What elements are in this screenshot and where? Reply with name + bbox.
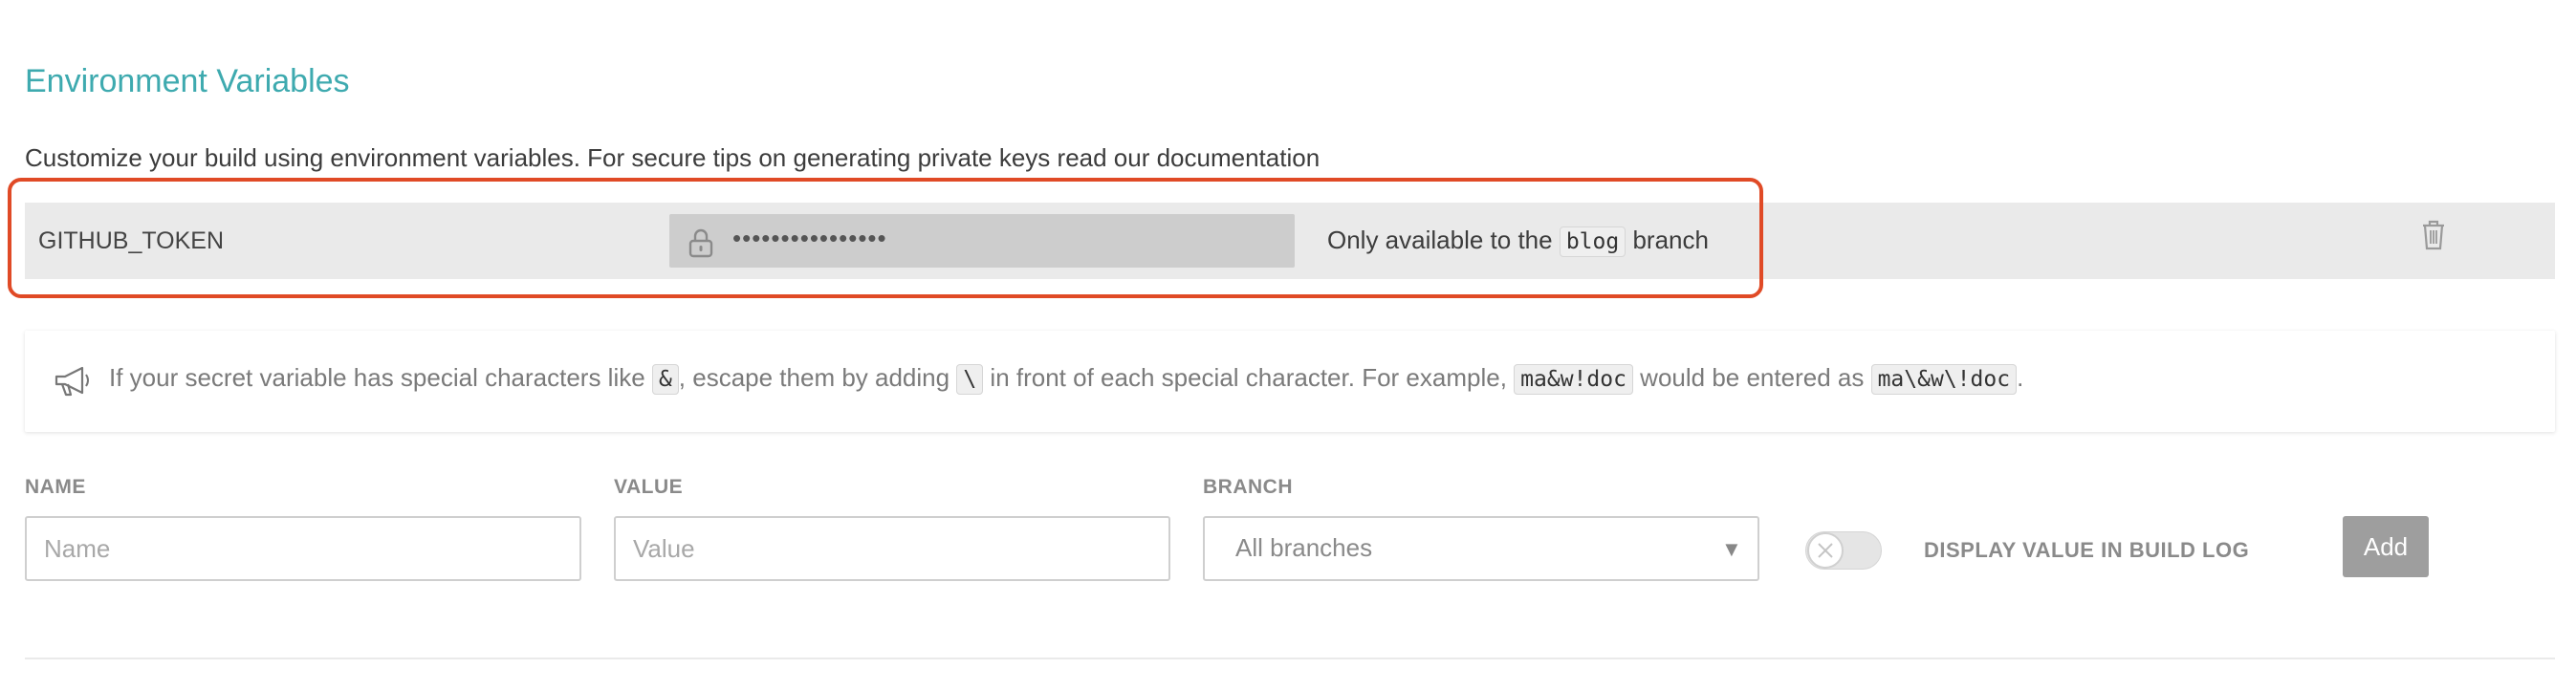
value-label: VALUE [614,476,684,498]
chevron-down-icon: ▼ [1721,537,1742,561]
notice-code: ma&w!doc [1514,364,1633,395]
highlight-box [8,178,1763,298]
megaphone-icon [55,366,89,397]
name-input[interactable] [25,516,581,581]
section-title: Environment Variables [25,63,350,99]
display-value-label: DISPLAY VALUE IN BUILD LOG [1924,538,2250,562]
name-label: NAME [25,476,86,498]
notice-code: ma\&w\!doc [1870,364,2018,395]
trash-icon[interactable] [2419,218,2448,252]
value-input[interactable] [614,516,1170,581]
branch-select-value: All branches [1235,533,1373,562]
notice-text: If your secret variable has special char… [109,363,2024,395]
add-button[interactable]: Add [2343,516,2429,577]
notice-part: would be entered as [1640,363,1865,392]
notice-part: If your secret variable has special char… [109,363,645,392]
notice-code: & [651,364,679,395]
notice-code: \ [956,364,984,395]
section-description: Customize your build using environment v… [25,143,1321,172]
close-icon [1818,543,1833,558]
divider [25,658,2555,659]
notice-part: in front of each special character. For … [990,363,1507,392]
notice-part: , escape them by adding [678,363,950,392]
notice-part: . [2017,363,2024,392]
branch-label: BRANCH [1203,476,1293,498]
